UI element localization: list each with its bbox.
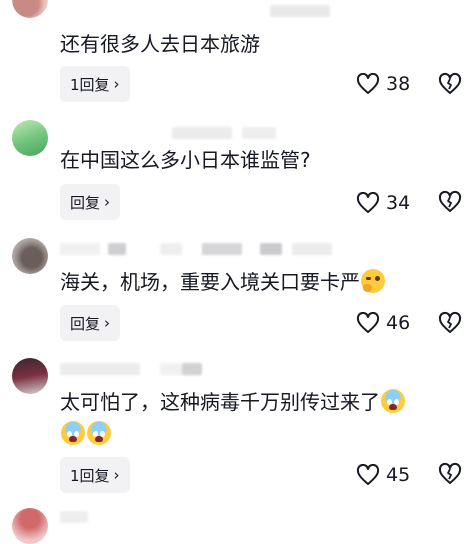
reply-label: 回复 [70, 314, 101, 333]
reply-label: 1回复 [70, 466, 110, 485]
thinking-face-emoji [361, 269, 385, 293]
comment-text: 海关，机场，重要入境关口要卡严 [60, 268, 386, 296]
reply-label: 1回复 [70, 75, 110, 94]
like-button[interactable]: 45 [356, 460, 410, 490]
username [60, 508, 360, 524]
avatar[interactable] [12, 0, 48, 18]
dislike-heart-icon[interactable] [438, 311, 462, 335]
username [60, 360, 360, 376]
comment-emoji-line [60, 420, 112, 448]
screaming-face-emoji [61, 421, 85, 445]
heart-outline-icon [356, 73, 380, 94]
reply-button[interactable]: 回复 › [60, 305, 121, 341]
like-button[interactable]: 38 [356, 69, 410, 99]
reply-button[interactable]: 回复 › [60, 184, 121, 220]
dislike-heart-icon[interactable] [438, 190, 462, 214]
chevron-right-icon: › [113, 466, 120, 484]
dislike-heart-icon[interactable] [438, 72, 462, 96]
comment-text: 在中国这么多小日本谁监管? [60, 148, 311, 172]
reply-label: 回复 [70, 193, 101, 212]
like-count: 34 [386, 192, 411, 214]
username [60, 124, 360, 140]
like-count: 38 [386, 73, 411, 95]
screaming-face-emoji [87, 421, 111, 445]
screaming-face-emoji [381, 389, 405, 413]
comment-text: 还有很多人去日本旅游 [60, 32, 260, 56]
like-count: 45 [386, 464, 411, 486]
chevron-right-icon: › [113, 75, 120, 93]
avatar[interactable] [12, 120, 48, 156]
like-button[interactable]: 34 [356, 188, 410, 218]
comment-text-content: 海关，机场，重要入境关口要卡严 [60, 270, 360, 294]
chevron-right-icon: › [104, 314, 111, 332]
username [60, 240, 360, 256]
heart-outline-icon [356, 192, 380, 213]
avatar[interactable] [12, 238, 48, 274]
username [60, 2, 360, 18]
like-button[interactable]: 46 [356, 308, 410, 338]
like-count: 46 [386, 312, 411, 334]
heart-outline-icon [356, 312, 380, 333]
reply-button[interactable]: 1回复 › [60, 457, 130, 493]
chevron-right-icon: › [104, 193, 111, 211]
avatar[interactable] [12, 508, 48, 544]
dislike-heart-icon[interactable] [438, 462, 462, 486]
heart-outline-icon [356, 464, 380, 485]
comment-text: 太可怕了，这种病毒千万别传过来了 [60, 388, 406, 416]
avatar[interactable] [12, 358, 48, 394]
comment-text-content: 太可怕了，这种病毒千万别传过来了 [60, 390, 380, 414]
reply-button[interactable]: 1回复 › [60, 66, 130, 102]
